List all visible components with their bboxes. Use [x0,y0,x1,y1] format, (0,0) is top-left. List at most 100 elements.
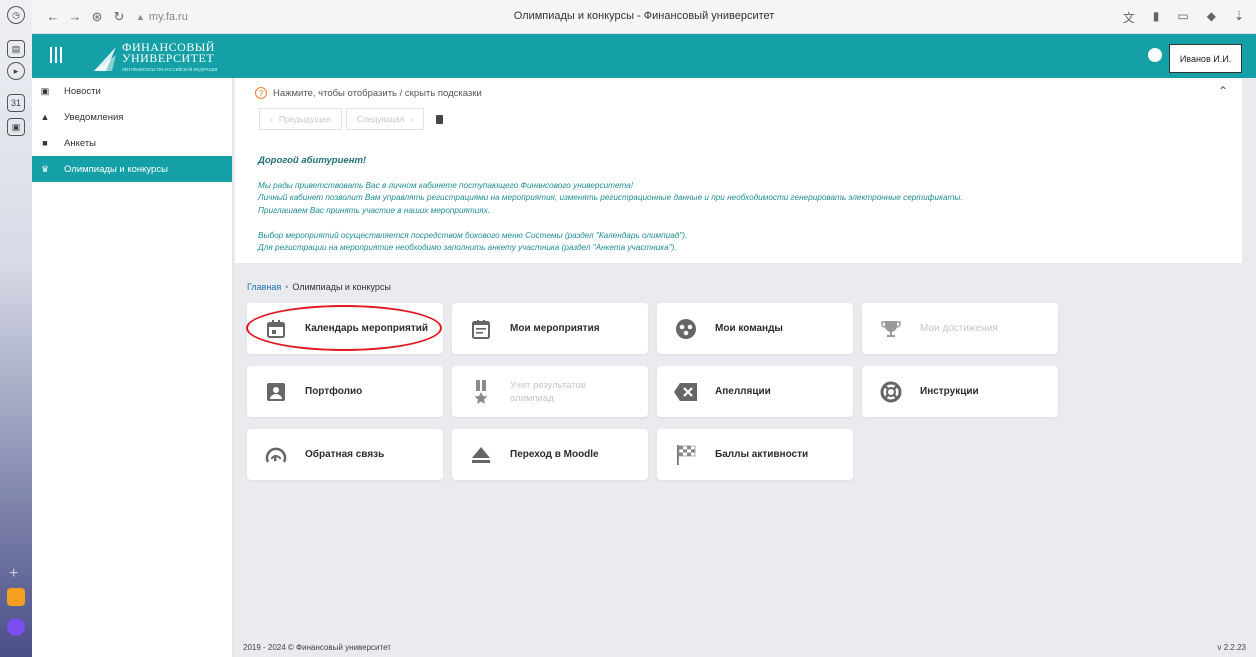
breadcrumb-home[interactable]: Главная [247,282,281,292]
forward-icon[interactable]: → [64,9,86,24]
lock-icon: ▲ [136,11,145,22]
prev-hint-label: Предыдущая [278,114,331,124]
sidebar: ▣ Новости ▲ Уведомления ■ Анкеты ♛ Олимп… [32,78,233,657]
card-moodle[interactable]: Переход в Moodle [452,429,648,480]
card-label: Портфолио [305,386,363,397]
hints-toggle[interactable]: ? Нажмите, чтобы отобразить / скрыть под… [255,87,482,99]
reader-icon[interactable]: ▭ [1177,9,1188,26]
hint-line [258,217,963,229]
os-dock: ◷ ▤ ▸ 31 ▣ + [0,0,32,657]
card-feedback[interactable]: Обратная связь [247,429,443,480]
question-icon: ? [255,87,267,99]
address-bar[interactable]: ▲ my.fa.ru [136,11,188,23]
sidebar-item-news[interactable]: ▣ Новости [32,78,232,104]
history-icon[interactable]: ◷ [7,6,25,24]
extension-icon[interactable]: ◆ [1207,9,1216,26]
card-my-events[interactable]: Мои мероприятия [452,303,648,354]
url-text: my.fa.ru [148,10,188,23]
next-hint-button[interactable]: Следующая › [345,108,425,130]
card-achievements[interactable]: Мои достижения [862,303,1058,354]
card-label: Инструкции [920,386,979,397]
card-label: Мои команды [715,323,783,334]
sidebar-item-label: Новости [64,85,101,97]
card-label-line2: олимпиад [510,392,554,404]
highlight-circle [246,305,442,351]
hint-line: Для регистрации на мероприятие необходим… [258,243,677,253]
logo-line2: УНИВЕРСИТЕТ [122,51,215,65]
chevron-up-icon[interactable]: ⌃ [1218,84,1228,98]
gallery-icon[interactable]: ▣ [7,118,25,136]
logo-mark-icon [94,46,116,71]
assistant-icon[interactable] [7,618,25,636]
chevron-left-icon: ‹ [270,114,273,124]
footer-copyright: 2019 - 2024 © Финансовый университет [243,643,391,652]
hint-line: Личный кабинет позволит Вам управлять ре… [258,193,963,203]
card-label: Баллы активности [715,449,809,460]
breadcrumb: Главная • Олимпиады и конкурсы [247,282,391,292]
logo-subtitle: ПРИ ПРАВИТЕЛЬСТВЕ РОССИЙСКОЙ ФЕДЕРАЦИИ [122,67,218,72]
lifebuoy-icon [879,380,903,404]
card-instructions[interactable]: Инструкции [862,366,1058,417]
menu-toggle-icon[interactable] [50,47,62,63]
browser-toolbar: Олимпиады и конкурсы - Финансовый универ… [32,0,1256,34]
hint-line: Приглашаем Вас принять участие в наших м… [258,205,491,215]
play-icon[interactable]: ▸ [7,62,25,80]
card-activity-points[interactable]: Баллы активности [657,429,853,480]
card-label: Мои мероприятия [510,323,600,334]
bell-icon: ▲ [40,112,50,122]
calendar-app-icon[interactable]: 31 [7,94,25,112]
card-label-line1: Учет результатов [510,379,586,391]
hints-panel: ? Нажмите, чтобы отобразить / скрыть под… [235,78,1242,263]
hints-toggle-label: Нажмите, чтобы отобразить / скрыть подск… [273,87,482,99]
prev-hint-button[interactable]: ‹ Предыдущая [259,108,342,130]
sidebar-item-forms[interactable]: ■ Анкеты [32,130,232,156]
feedback-icon [264,443,288,467]
medal-icon [469,379,493,404]
browser-page-title: Олимпиады и конкурсы - Финансовый универ… [513,10,775,22]
backspace-x-icon [674,380,698,404]
card-label: Апелляции [715,386,771,397]
event-list-icon [469,317,493,341]
eject-icon [469,443,493,467]
checkered-flag-icon [674,443,698,467]
hints-pager: ‹ Предыдущая Следующая › [259,108,444,130]
card-portfolio[interactable]: Портфолио [247,366,443,417]
add-icon[interactable]: + [9,565,18,583]
card-label: Мои достижения [920,323,998,334]
browser-actions: 文 ▮ ▭ ◆ ⇣ [1123,9,1244,26]
trophy-icon: ♛ [40,163,50,174]
app-header: ФИНАНСОВЫЙ УНИВЕРСИТЕТ ПРИ ПРАВИТЕЛЬСТВЕ… [32,34,1256,78]
trophy-icon [879,317,903,341]
reload-icon[interactable]: ↻ [108,9,130,25]
sidebar-item-olympiads[interactable]: ♛ Олимпиады и конкурсы [32,156,232,182]
notes-icon[interactable]: ▤ [7,40,25,58]
team-icon [674,317,698,341]
sidebar-item-label: Олимпиады и конкурсы [64,163,168,175]
card-label: Переход в Moodle [510,449,599,460]
card-appeals[interactable]: Апелляции [657,366,853,417]
hint-line: Выбор мероприятий осуществляется посредс… [258,230,688,240]
card-results[interactable]: Учет результатов олимпиад [452,366,648,417]
hint-text: Мы рады приветствовать Вас в личном каби… [258,180,963,254]
hint-greeting: Дорогой абитуриент! [258,155,367,166]
next-hint-label: Следующая [356,114,405,124]
translate-icon[interactable]: 文 [1123,9,1135,26]
hint-line: Мы рады приветствовать Вас в личном каби… [258,181,633,190]
trash-icon[interactable] [436,114,444,124]
mail-icon[interactable] [7,588,25,606]
card-my-teams[interactable]: Мои команды [657,303,853,354]
university-logo[interactable]: ФИНАНСОВЫЙ УНИВЕРСИТЕТ ПРИ ПРАВИТЕЛЬСТВЕ… [92,41,218,75]
breadcrumb-current: Олимпиады и конкурсы [292,282,391,292]
portfolio-icon [264,380,288,404]
bookmark-icon[interactable]: ▮ [1153,9,1160,26]
chevron-right-icon: › [410,114,414,124]
downloads-icon[interactable]: ⇣ [1234,9,1244,26]
user-name[interactable]: Иванов И.И. [1169,44,1242,73]
newspaper-icon: ▣ [40,85,50,96]
sidebar-item-label: Анкеты [64,137,96,149]
footer: 2019 - 2024 © Финансовый университет v 2… [233,637,1256,657]
back-icon[interactable]: ← [42,9,64,24]
sidebar-item-notifications[interactable]: ▲ Уведомления [32,104,232,130]
protect-icon[interactable]: ⊛ [86,9,108,25]
user-icon[interactable] [1148,48,1162,62]
